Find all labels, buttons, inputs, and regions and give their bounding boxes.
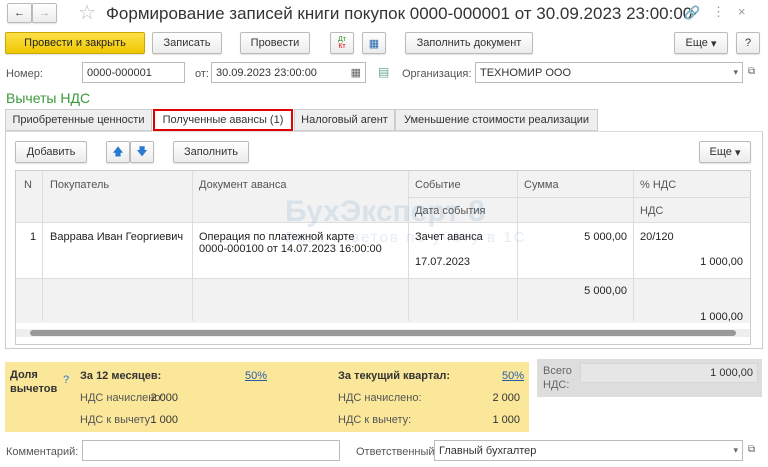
cell-sum: 5 000,00 (584, 231, 627, 243)
date-field[interactable]: 30.09.2023 23:00:00 ▦ (211, 62, 366, 83)
m12-deduct-label: НДС к вычету: (80, 414, 154, 426)
cell-event: Зачет аванса (415, 231, 483, 243)
dt-kt-button[interactable]: Дт Кт (330, 32, 354, 54)
date-value: 30.09.2023 23:00:00 (216, 66, 317, 79)
dropdown-icon[interactable]: ▾ (733, 67, 738, 78)
q-title: За текущий квартал: (338, 370, 451, 382)
window-title: Формирование записей книги покупок 0000-… (106, 4, 693, 23)
cell-n: 1 (30, 231, 37, 243)
forward-button[interactable]: → (32, 3, 57, 23)
total-vat-field: 1 000,00 (580, 363, 758, 383)
move-up-button[interactable]: 🡅 (106, 141, 130, 163)
col-vat-rate[interactable]: % НДС (640, 179, 676, 191)
number-field[interactable]: 0000-000001 (82, 62, 185, 83)
star-icon[interactable]: ☆ (78, 0, 96, 25)
comment-field[interactable] (82, 440, 340, 461)
number-label: Номер: (6, 68, 43, 80)
fill-document-button[interactable]: Заполнить документ (405, 32, 533, 54)
cell-doc-line2: 0000-000100 от 14.07.2023 16:00:00 (199, 243, 382, 255)
m12-title: За 12 месяцев: (80, 370, 162, 382)
tab-advances[interactable]: Полученные авансы (1) (153, 109, 293, 131)
col-n[interactable]: N (24, 179, 32, 191)
link-icon[interactable]: 🔗 (684, 5, 700, 21)
col-buyer[interactable]: Покупатель (50, 179, 109, 191)
q-deduct-label: НДС к вычету: (338, 414, 412, 426)
total-vat: 1 000,00 (700, 311, 743, 323)
calendar-icon[interactable]: ▦ (351, 66, 361, 79)
q-accrued-label: НДС начислено: (338, 392, 422, 404)
q-accrued: 2 000 (492, 392, 520, 404)
table-more-button[interactable]: Еще ▾ (699, 141, 751, 163)
resp-open-icon[interactable]: ⧉ (748, 444, 755, 455)
total-vat-label: Всего НДС: (543, 365, 572, 391)
document-check-icon[interactable]: ▤ (378, 65, 389, 79)
move-down-button[interactable]: 🡇 (130, 141, 154, 163)
more-button[interactable]: Еще ▾ (674, 32, 728, 54)
q-pct-link[interactable]: 50% (502, 370, 524, 382)
date-label: от: (195, 68, 209, 80)
resp-dropdown-icon[interactable]: ▾ (733, 445, 738, 456)
col-doc[interactable]: Документ аванса (199, 179, 287, 191)
open-icon[interactable]: ⧉ (748, 66, 755, 77)
resp-label: Ответственный: (356, 446, 438, 458)
col-event[interactable]: Событие (415, 179, 461, 191)
table-more-label: Еще (709, 146, 732, 158)
m12-deduct: 1 000 (150, 414, 178, 426)
q-deduct: 1 000 (492, 414, 520, 426)
deductions-help-icon[interactable]: ? (63, 374, 69, 386)
org-label: Организация: (402, 68, 472, 80)
tab-tax-agent[interactable]: Налоговый агент (294, 109, 395, 131)
comment-label: Комментарий: (6, 446, 79, 458)
resp-value: Главный бухгалтер (439, 444, 537, 457)
post-and-close-button[interactable]: Провести и закрыть (5, 32, 145, 54)
fill-button[interactable]: Заполнить (173, 141, 249, 163)
total-sum: 5 000,00 (584, 285, 627, 297)
cell-buyer: Варрава Иван Георгиевич (50, 231, 184, 243)
col-sum[interactable]: Сумма (524, 179, 559, 191)
back-button[interactable]: ← (7, 3, 32, 23)
cell-event-date: 17.07.2023 (415, 256, 471, 268)
menu-icon[interactable]: ⋮ (712, 4, 725, 20)
post-button[interactable]: Провести (240, 32, 310, 54)
tab-purchased[interactable]: Приобретенные ценности (5, 109, 152, 131)
save-button[interactable]: Записать (152, 32, 222, 54)
section-title: Вычеты НДС (6, 90, 91, 106)
resp-field[interactable]: Главный бухгалтер ▾ (434, 440, 743, 461)
org-value: ТЕХНОМИР ООО (480, 66, 572, 79)
more-label: Еще (685, 37, 708, 49)
close-icon[interactable]: × (738, 4, 746, 19)
m12-accrued: 2 000 (150, 392, 178, 404)
scrollbar[interactable] (16, 329, 750, 337)
cell-vat-rate: 20/120 (640, 231, 674, 243)
deductions-label: Доля вычетов (10, 369, 58, 395)
cell-doc-line1: Операция по платежной карте (199, 231, 355, 243)
m12-pct-link[interactable]: 50% (245, 370, 267, 382)
org-field[interactable]: ТЕХНОМИР ООО ▾ (475, 62, 743, 83)
col-vat[interactable]: НДС (640, 205, 663, 217)
structure-icon[interactable]: ▦ (362, 32, 386, 54)
tab-cost-reduction[interactable]: Уменьшение стоимости реализации (395, 109, 598, 131)
help-button[interactable]: ? (736, 32, 760, 54)
add-button[interactable]: Добавить (15, 141, 87, 163)
cell-vat: 1 000,00 (700, 256, 743, 268)
